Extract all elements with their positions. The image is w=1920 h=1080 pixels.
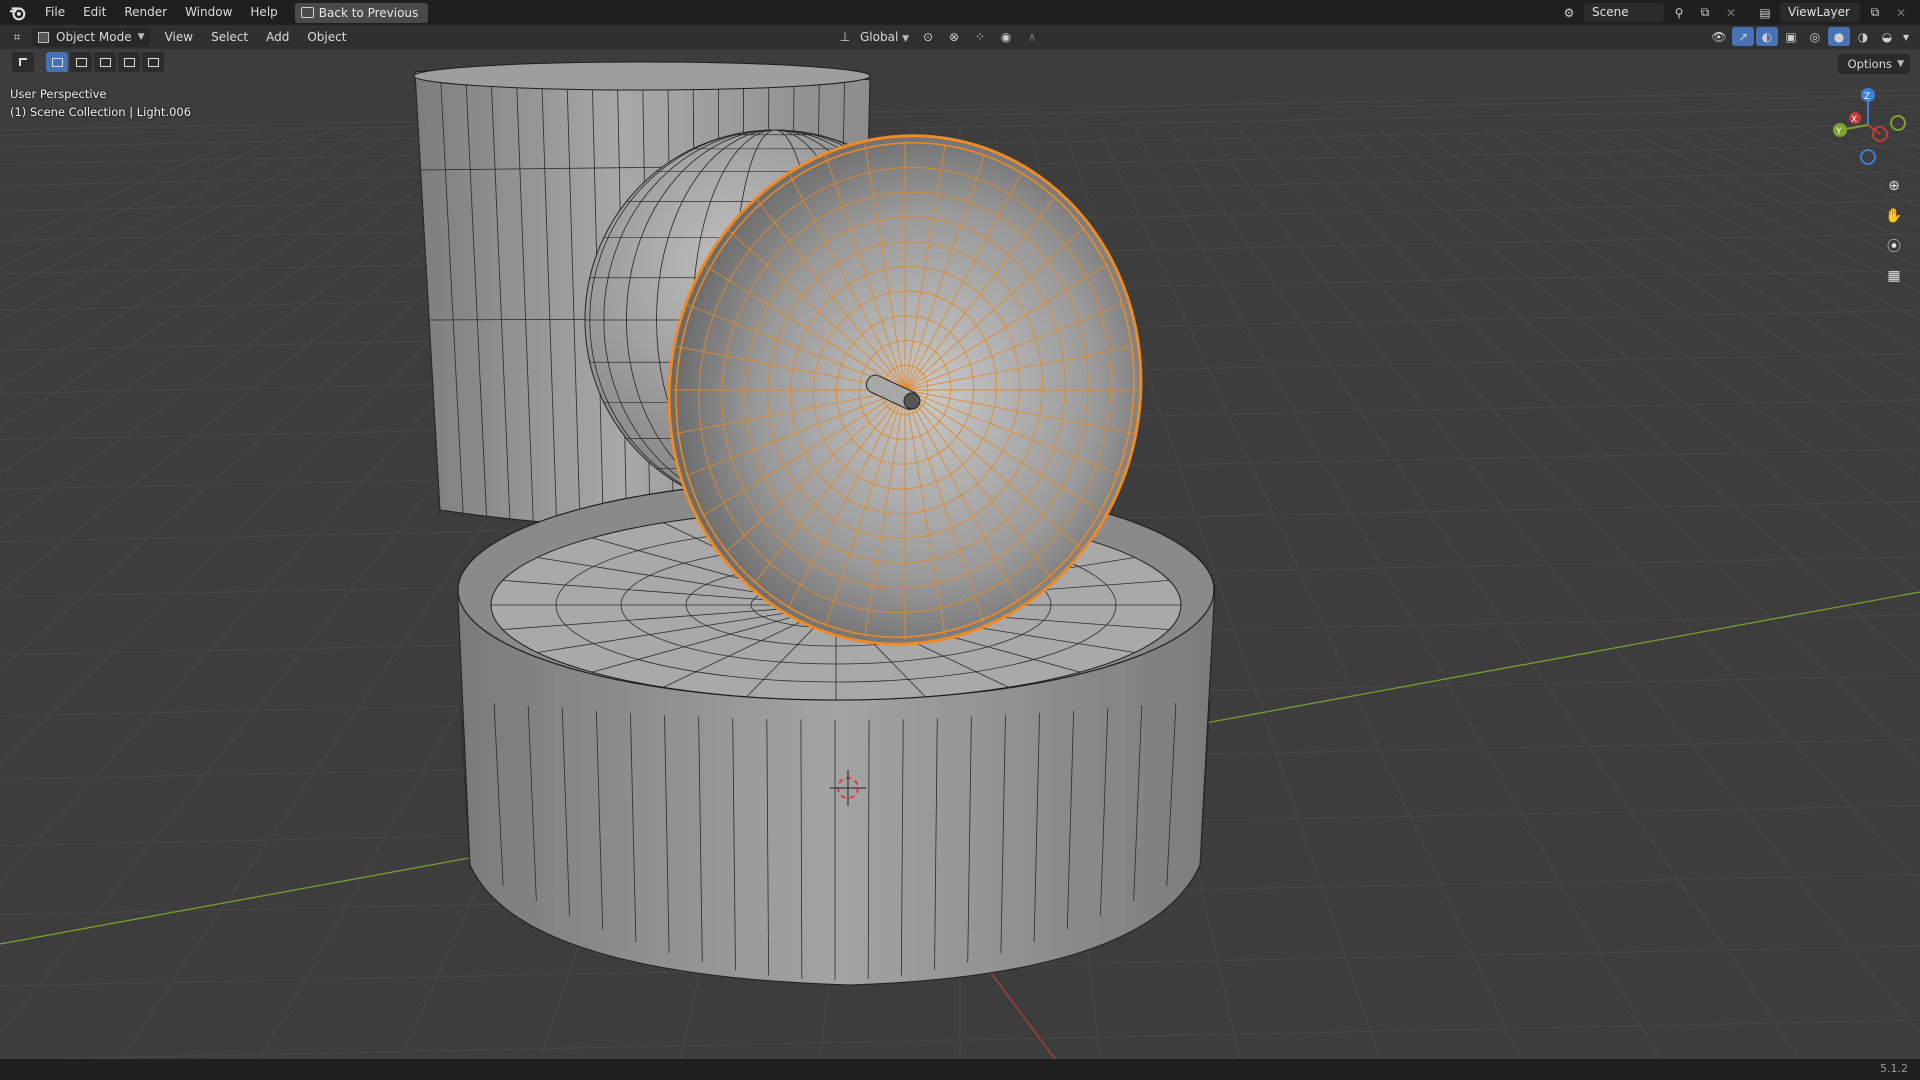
workspace-selectors: ⚙ Scene ⚲ ⧉ ✕ ▤ ViewLayer ⧉ ✕ <box>1558 0 1920 25</box>
chevron-down-icon: ▼ <box>902 34 910 44</box>
options-label: Options <box>1847 57 1892 71</box>
perspective-toggle-icon[interactable]: ▦ <box>1882 264 1906 288</box>
remove-scene-icon[interactable]: ✕ <box>1720 3 1742 22</box>
new-scene-icon[interactable]: ⧉ <box>1694 3 1716 22</box>
zoom-icon[interactable]: ⊕ <box>1882 174 1906 198</box>
object-mode-label: Object Mode <box>56 29 132 44</box>
select-subtract-icon[interactable] <box>94 52 116 72</box>
viewport-info: User Perspective (1) Scene Collection | … <box>10 85 191 121</box>
x-axis-line <box>984 964 1056 1059</box>
viewlayer-selector[interactable]: ViewLayer <box>1780 3 1860 22</box>
snap-increment-icon[interactable]: ⁘ <box>969 28 991 47</box>
perspective-label: User Perspective <box>10 87 107 101</box>
menu-help[interactable]: Help <box>241 0 286 25</box>
pan-hand-icon[interactable]: ✋ <box>1882 204 1906 228</box>
viewport-shading-tools: 👁 ↗ ◐ ▣ ◎ ● ◑ ◒ ▾ <box>1708 27 1912 46</box>
menu-window[interactable]: Window <box>176 0 241 25</box>
menu-add[interactable]: Add <box>257 25 298 49</box>
solid-shading-icon[interactable]: ● <box>1828 27 1850 46</box>
gizmo-toggle-icon[interactable]: ↗ <box>1732 27 1754 46</box>
shading-options-icon[interactable]: ▾ <box>1900 27 1912 46</box>
transform-tools: ⊥ Global ▼ ⊙ ⊗ ⁘ ◉ ∧ <box>834 25 1043 49</box>
select-intersect-icon[interactable] <box>142 52 164 72</box>
version-label: 5.1.2 <box>1880 1062 1908 1075</box>
new-viewlayer-icon[interactable]: ⧉ <box>1864 3 1886 22</box>
viewport-header: ⌗ Object Mode ▼ View Select Add Object ⊥… <box>0 25 1920 49</box>
back-to-previous-button[interactable]: Back to Previous <box>294 2 429 23</box>
proportional-edit-icon[interactable]: ◉ <box>995 28 1017 47</box>
select-extend-icon[interactable] <box>70 52 92 72</box>
editor-type-icon[interactable]: ⌗ <box>6 28 28 47</box>
pin-icon[interactable]: ⚲ <box>1668 3 1690 22</box>
object-mode-dropdown[interactable]: Object Mode ▼ <box>32 27 150 47</box>
gizmo-y-label: Y <box>1835 127 1842 137</box>
scene-icon[interactable]: ⚙ <box>1558 3 1580 22</box>
xray-icon[interactable]: ▣ <box>1780 27 1802 46</box>
transform-orientation-label: Global <box>860 30 899 44</box>
blender-logo-icon[interactable] <box>0 0 36 25</box>
falloff-icon[interactable]: ∧ <box>1021 28 1043 47</box>
options-dropdown[interactable]: Options ▼ <box>1837 54 1910 74</box>
remove-viewlayer-icon[interactable]: ✕ <box>1890 3 1912 22</box>
gizmo-x-label: X <box>1851 115 1857 125</box>
viewport-navigation: ⊕ ✋ ⦿ ▦ <box>1882 174 1906 288</box>
material-shading-icon[interactable]: ◑ <box>1852 27 1874 46</box>
gizmo-z-label: Z <box>1864 92 1870 102</box>
back-to-previous-label: Back to Previous <box>318 5 419 20</box>
collection-label: (1) Scene Collection | Light.006 <box>10 105 192 119</box>
snap-icon[interactable]: ⊗ <box>943 28 965 47</box>
camera-view-icon[interactable]: ⦿ <box>1882 234 1906 258</box>
pivot-point-icon[interactable]: ⊙ <box>917 28 939 47</box>
menu-select[interactable]: Select <box>202 25 257 49</box>
viewlayer-icon[interactable]: ▤ <box>1754 3 1776 22</box>
chevron-down-icon: ▼ <box>1897 59 1904 69</box>
status-bar: 5.1.2 <box>0 1059 1920 1080</box>
transform-orientation-dropdown[interactable]: Global ▼ <box>860 30 913 44</box>
3d-viewport[interactable]: Z Y X <box>0 49 1920 1059</box>
screen-icon <box>300 6 314 18</box>
orientation-icon[interactable]: ⊥ <box>834 28 856 47</box>
rendered-shading-icon[interactable]: ◒ <box>1876 27 1898 46</box>
menu-file[interactable]: File <box>36 0 74 25</box>
wireframe-shading-icon[interactable]: ◎ <box>1804 27 1826 46</box>
select-tool-icon[interactable] <box>12 52 34 72</box>
menu-view[interactable]: View <box>156 25 202 49</box>
navigation-gizmo[interactable]: Z Y X <box>1833 88 1906 165</box>
menu-object[interactable]: Object <box>298 25 355 49</box>
menu-edit[interactable]: Edit <box>74 0 115 25</box>
cube-icon <box>38 31 49 43</box>
select-invert-icon[interactable] <box>118 52 140 72</box>
visibility-icon[interactable]: 👁 <box>1708 27 1730 46</box>
overlay-toggle-icon[interactable]: ◐ <box>1756 27 1778 46</box>
top-menu-bar: File Edit Render Window Help Back to Pre… <box>0 0 1920 25</box>
selection-mode-tools <box>12 52 164 74</box>
select-new-icon[interactable] <box>46 52 68 72</box>
menu-render[interactable]: Render <box>115 0 176 25</box>
chevron-down-icon: ▼ <box>137 31 145 42</box>
scene-selector[interactable]: Scene <box>1584 3 1664 22</box>
